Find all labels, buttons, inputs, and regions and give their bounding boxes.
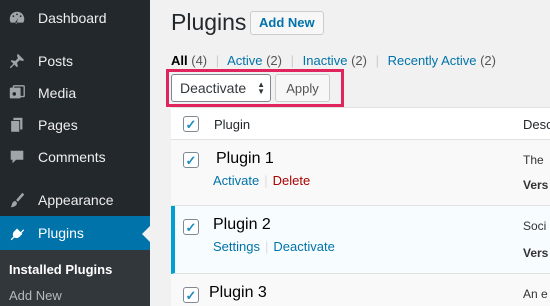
row-checkbox[interactable]: ✓ bbox=[183, 287, 199, 303]
paintbrush-icon bbox=[7, 190, 27, 210]
table-row: ✓ Plugin 1 Activate | Delete The Vers bbox=[171, 140, 550, 206]
pin-icon bbox=[7, 51, 27, 71]
page-title: Plugins bbox=[171, 9, 247, 35]
bulk-actions-select[interactable]: Deactivate ▲ ▼ bbox=[171, 74, 271, 102]
sidebar-item-label: Dashboard bbox=[38, 10, 107, 26]
sidebar-item-media[interactable]: Media bbox=[0, 77, 150, 109]
add-new-button[interactable]: Add New bbox=[250, 11, 324, 35]
filter-inactive[interactable]: Inactive bbox=[303, 53, 348, 68]
deactivate-link[interactable]: Deactivate bbox=[273, 239, 334, 254]
plugin-description: Soci bbox=[523, 219, 547, 233]
submenu-installed-plugins[interactable]: Installed Plugins bbox=[9, 262, 112, 277]
table-row: ✓ Plugin 2 Settings | Deactivate Soci Vers bbox=[171, 206, 550, 274]
sidebar-item-label: Posts bbox=[38, 53, 74, 69]
select-arrows-icon: ▲ ▼ bbox=[257, 80, 265, 96]
plugin-name: Plugin 1 bbox=[216, 150, 274, 167]
sidebar-item-dashboard[interactable]: Dashboard bbox=[0, 2, 150, 34]
filter-separator: | bbox=[215, 53, 220, 68]
filter-recently-active-count: (2) bbox=[480, 53, 496, 68]
sidebar-item-label: Appearance bbox=[38, 192, 114, 208]
plugin-name: Plugin 2 bbox=[213, 216, 271, 233]
admin-sidebar: Dashboard Posts Media Pages Comments App… bbox=[0, 0, 150, 306]
table-row: ✓ Plugin 3 An e bbox=[171, 274, 550, 306]
row-actions: Activate | Delete bbox=[213, 173, 311, 188]
filter-active-count: (2) bbox=[266, 53, 282, 68]
bulk-actions-value: Deactivate bbox=[180, 80, 247, 96]
dashboard-icon bbox=[7, 8, 27, 28]
filter-all[interactable]: All bbox=[171, 53, 188, 68]
active-indicator bbox=[142, 226, 150, 242]
filter-separator: | bbox=[290, 53, 294, 68]
sidebar-item-label: Plugins bbox=[38, 225, 84, 241]
plugins-submenu: Installed Plugins Add New bbox=[0, 250, 150, 306]
plugin-description: The bbox=[523, 153, 544, 167]
table-header-row: ✓ Plugin Desc bbox=[171, 108, 550, 140]
delete-link[interactable]: Delete bbox=[273, 173, 311, 188]
sidebar-item-posts[interactable]: Posts bbox=[0, 45, 150, 77]
plugin-name: Plugin 3 bbox=[209, 284, 267, 301]
sidebar-item-plugins[interactable]: Plugins bbox=[0, 216, 150, 250]
select-all-checkbox[interactable]: ✓ bbox=[183, 116, 199, 132]
plugins-table: ✓ Plugin Desc ✓ Plugin 1 Activate | Delete… bbox=[171, 107, 550, 306]
column-plugin[interactable]: Plugin bbox=[214, 117, 250, 132]
filter-all-count: (4) bbox=[191, 53, 208, 68]
sidebar-item-appearance[interactable]: Appearance bbox=[0, 184, 150, 216]
row-actions: Settings | Deactivate bbox=[213, 239, 335, 254]
plugin-version: Vers bbox=[523, 178, 549, 192]
status-filters: All (4) | Active (2) | Inactive (2) | Re… bbox=[171, 53, 496, 68]
media-icon bbox=[7, 83, 27, 103]
apply-button[interactable]: Apply bbox=[275, 74, 330, 102]
column-description: Desc bbox=[523, 117, 550, 132]
filter-recently-active[interactable]: Recently Active bbox=[388, 53, 477, 68]
plugin-version: Vers bbox=[523, 246, 549, 260]
sidebar-item-label: Comments bbox=[38, 149, 106, 165]
sidebar-item-label: Media bbox=[38, 85, 77, 101]
row-checkbox[interactable]: ✓ bbox=[183, 152, 199, 168]
filter-active[interactable]: Active bbox=[227, 53, 262, 68]
settings-link[interactable]: Settings bbox=[213, 239, 260, 254]
activate-link[interactable]: Activate bbox=[213, 173, 259, 188]
comments-icon bbox=[7, 147, 27, 167]
pages-icon bbox=[7, 115, 27, 135]
filter-inactive-count: (2) bbox=[351, 53, 367, 68]
plugin-icon bbox=[7, 223, 27, 243]
submenu-add-new[interactable]: Add New bbox=[9, 288, 62, 303]
filter-separator: | bbox=[375, 53, 379, 68]
row-checkbox[interactable]: ✓ bbox=[183, 219, 199, 235]
sidebar-item-label: Pages bbox=[38, 117, 78, 133]
plugin-description: An e bbox=[523, 287, 548, 301]
sidebar-item-pages[interactable]: Pages bbox=[0, 109, 150, 141]
sidebar-item-comments[interactable]: Comments bbox=[0, 141, 150, 173]
